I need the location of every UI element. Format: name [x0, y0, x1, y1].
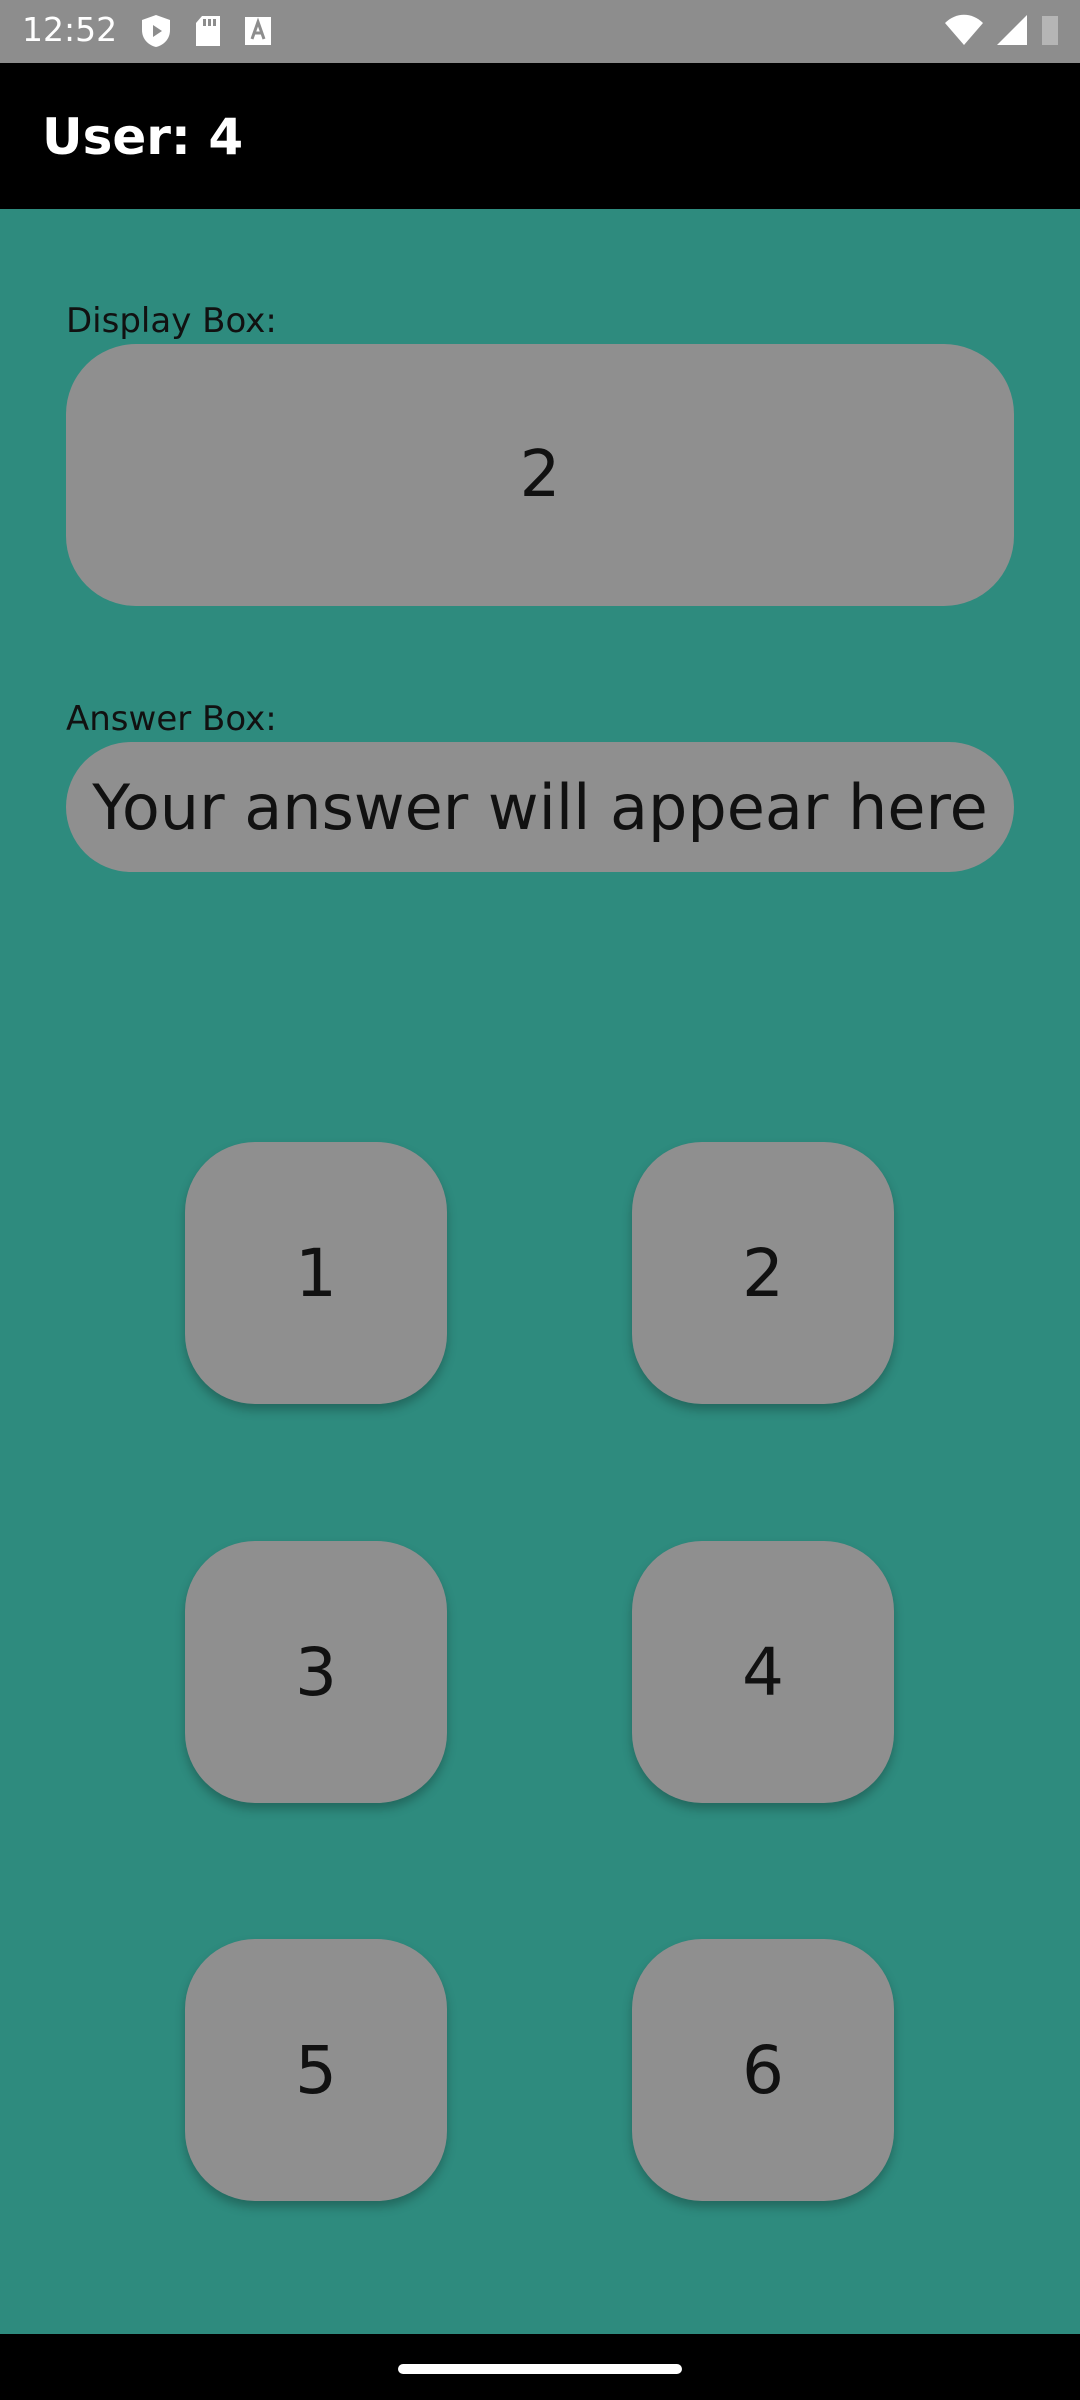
answer-box: Your answer will appear here	[66, 742, 1014, 872]
key-1-label: 1	[295, 1234, 337, 1312]
navigation-bar	[0, 2334, 1080, 2400]
display-box: 2	[66, 344, 1014, 606]
display-box-label: Display Box:	[66, 301, 277, 341]
status-bar: 12:52	[0, 0, 1080, 63]
key-3-label: 3	[295, 1633, 337, 1711]
shield-play-icon	[140, 14, 172, 53]
answer-box-label: Answer Box:	[66, 699, 277, 739]
answer-placeholder: Your answer will appear here	[92, 770, 988, 844]
wifi-icon	[944, 14, 984, 51]
key-6-button[interactable]: 6	[632, 1939, 894, 2201]
key-1-button[interactable]: 1	[185, 1142, 447, 1404]
key-3-button[interactable]: 3	[185, 1541, 447, 1803]
main-content: Display Box: 2 Answer Box: Your answer w…	[0, 209, 1080, 2334]
page-title: User: 4	[42, 108, 244, 166]
key-5-button[interactable]: 5	[185, 1939, 447, 2201]
sd-card-icon	[194, 15, 222, 52]
key-2-label: 2	[742, 1234, 784, 1312]
home-gesture-handle[interactable]	[398, 2364, 682, 2374]
app-bar: User: 4	[0, 63, 1080, 209]
key-5-label: 5	[295, 2031, 337, 2109]
status-time: 12:52	[22, 10, 118, 49]
display-value: 2	[519, 438, 561, 512]
status-icons-left	[140, 14, 272, 53]
battery-icon	[1040, 14, 1060, 51]
status-icons-right	[944, 14, 1060, 51]
cell-signal-icon	[996, 14, 1028, 51]
key-4-label: 4	[742, 1633, 784, 1711]
text-a-icon	[244, 16, 272, 51]
key-4-button[interactable]: 4	[632, 1541, 894, 1803]
key-2-button[interactable]: 2	[632, 1142, 894, 1404]
key-6-label: 6	[742, 2031, 784, 2109]
